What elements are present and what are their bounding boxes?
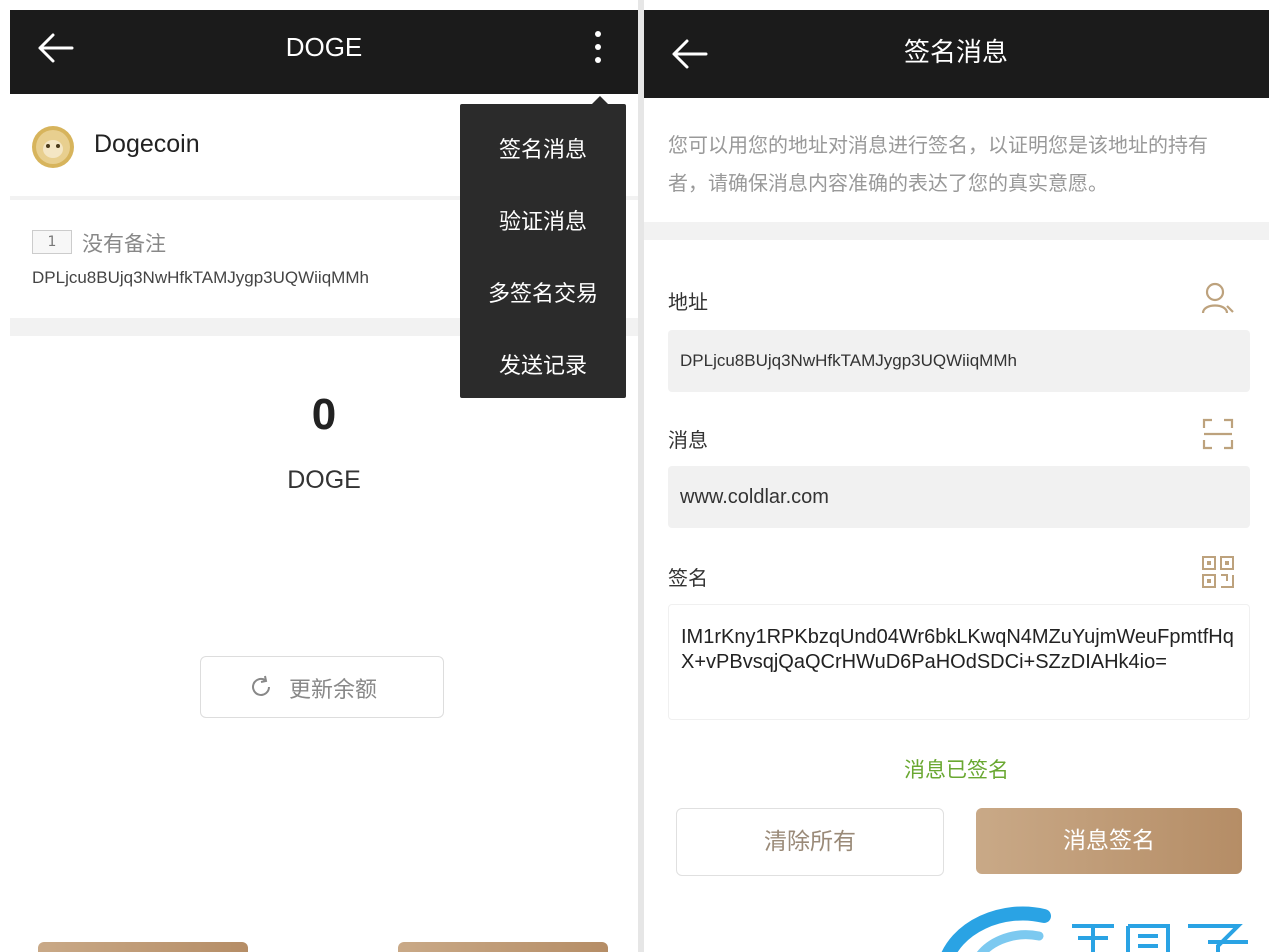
status-text: 消息已签名	[904, 758, 1009, 782]
section-divider	[644, 222, 1269, 240]
address-note: 没有备注	[82, 232, 166, 256]
scan-icon[interactable]	[1200, 416, 1236, 452]
menu-item-multisig-transaction[interactable]: 多签名交易	[460, 276, 626, 308]
user-icon[interactable]	[1200, 280, 1236, 316]
address-tag: 1	[32, 230, 72, 254]
description-text: 您可以用您的地址对消息进行签名，以证明您是该地址的持有者，请确保消息内容准确的表…	[668, 133, 1208, 195]
address-field[interactable]: DPLjcu8BUjq3NwHfkTAMJygp3UQWiiqMMh	[668, 330, 1250, 392]
qr-code-icon[interactable]	[1200, 554, 1236, 590]
refresh-label: 更新余额	[289, 678, 378, 703]
refresh-balance-button[interactable]: 更新余额	[200, 656, 444, 718]
menu-item-verify-message[interactable]: 验证消息	[460, 204, 626, 236]
bottom-left-button[interactable]	[38, 942, 248, 952]
menu-item-sign-message[interactable]: 签名消息	[460, 132, 626, 164]
coin-name: Dogecoin	[94, 130, 200, 158]
refresh-icon	[249, 675, 273, 699]
address-label: 地址	[668, 290, 708, 314]
watermark-logo	[934, 906, 1074, 952]
address-text[interactable]: DPLjcu8BUjq3NwHfkTAMJygp3UQWiiqMMh	[32, 268, 369, 288]
back-arrow-icon[interactable]	[670, 36, 710, 72]
message-label: 消息	[668, 428, 708, 452]
menu-pointer	[592, 96, 608, 104]
watermark-text-shape	[1068, 918, 1258, 952]
signature-field[interactable]: IM1rKny1RPKbzqUnd04Wr6bkLKwqN4MZuYujmWeu…	[668, 604, 1250, 720]
more-vertical-icon[interactable]	[588, 28, 608, 68]
menu-item-send-history[interactable]: 发送记录	[460, 348, 626, 380]
clear-all-button[interactable]: 清除所有	[676, 808, 944, 876]
balance-unit: DOGE	[287, 466, 361, 494]
back-arrow-icon[interactable]	[36, 30, 76, 66]
dogecoin-icon	[32, 126, 74, 168]
page-title: 签名消息	[903, 38, 1008, 68]
message-field[interactable]: www.coldlar.com	[668, 466, 1250, 528]
signature-label: 签名	[668, 566, 708, 590]
page-title: DOGE	[285, 32, 363, 62]
bottom-right-button[interactable]	[398, 942, 608, 952]
right-panel: 签名消息 您可以用您的地址对消息进行签名，以证明您是该地址的持有者，请确保消息内…	[644, 0, 1269, 952]
options-menu: 签名消息 验证消息 多签名交易 发送记录	[460, 104, 626, 398]
left-panel: DOGE Dogecoin 1 没有备注 DPLjcu8BUjq3NwHfkTA…	[10, 0, 638, 952]
sign-message-button[interactable]: 消息签名	[976, 808, 1242, 874]
